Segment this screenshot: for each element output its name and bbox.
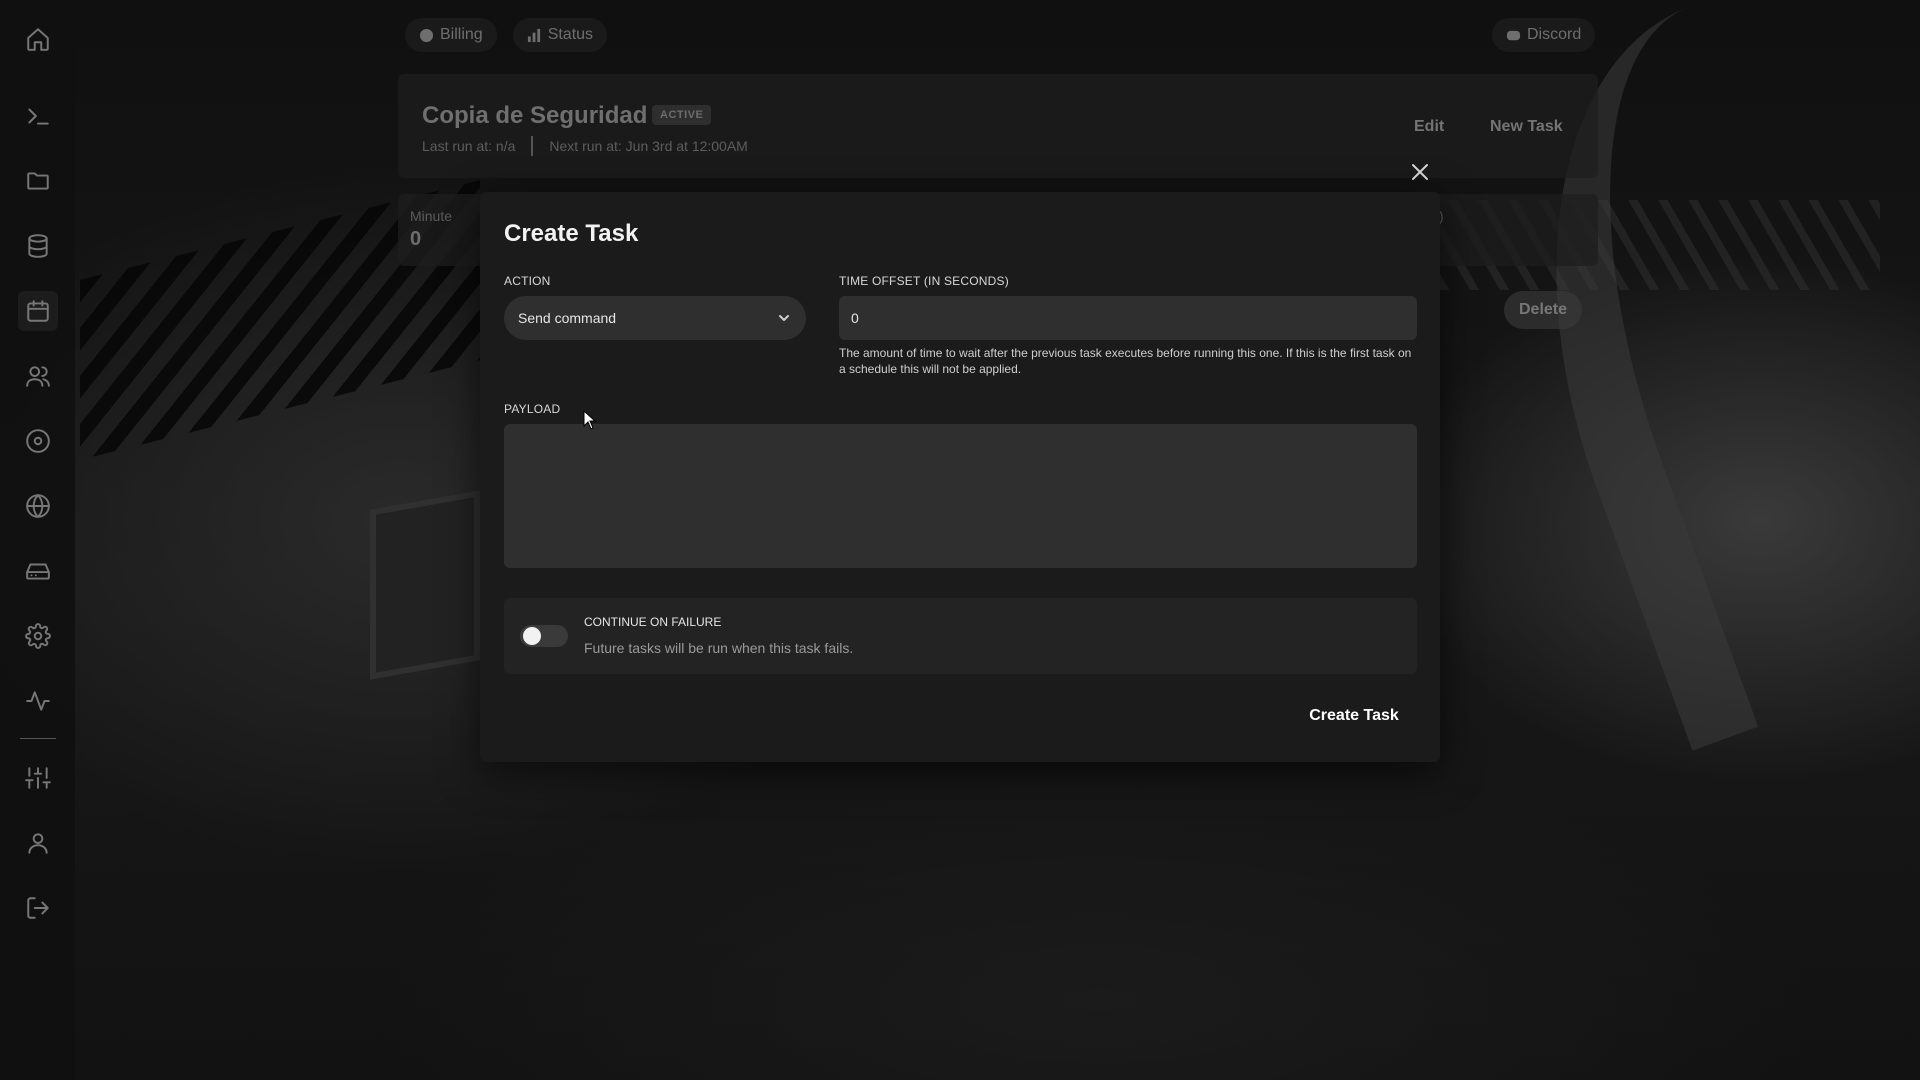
sidebar-item-console[interactable] — [18, 96, 58, 136]
sidebar-item-admin[interactable] — [18, 758, 58, 798]
payload-label: Payload — [504, 402, 561, 416]
sidebar-divider — [20, 738, 56, 739]
sidebar-item-home[interactable] — [18, 19, 58, 59]
action-label: Action — [504, 274, 551, 288]
payload-textarea[interactable] — [504, 424, 1417, 568]
sidebar-item-files[interactable] — [18, 161, 58, 201]
minute-label: Minute — [410, 208, 453, 224]
sidebar-item-network[interactable] — [18, 486, 58, 526]
discord-label: Discord — [1527, 26, 1582, 43]
sliders-icon — [25, 767, 51, 789]
sidebar-item-settings[interactable] — [18, 616, 58, 656]
schedule-title: Copia de Seguridad — [422, 102, 648, 129]
folder-icon — [27, 172, 49, 190]
users-icon — [26, 366, 50, 387]
schedule-meta: Last run at: n/a Next run at: Jun 3rd at… — [422, 136, 748, 156]
status-badge: ACTIVE — [652, 105, 712, 125]
sidebar-item-activity[interactable] — [18, 681, 58, 721]
next-run: Next run at: Jun 3rd at 12:00AM — [549, 138, 748, 154]
disc-icon — [26, 429, 50, 453]
sidebar — [0, 0, 75, 1080]
user-icon — [28, 833, 48, 854]
discord-icon — [1506, 30, 1521, 40]
globe-icon — [26, 494, 50, 518]
billing-link[interactable]: Billing — [405, 18, 497, 52]
edit-button[interactable]: Edit — [1414, 118, 1444, 136]
sidebar-item-logout[interactable] — [18, 888, 58, 928]
chevron-down-icon — [776, 310, 792, 326]
time-offset-input[interactable] — [839, 296, 1417, 340]
gear-icon — [25, 623, 51, 649]
meta-separator — [531, 136, 534, 156]
status-label: Status — [547, 26, 594, 43]
last-run: Last run at: n/a — [422, 138, 516, 154]
close-icon — [1412, 164, 1428, 180]
create-task-button[interactable]: Create Task — [1294, 698, 1414, 734]
sidebar-item-users[interactable] — [18, 356, 58, 396]
bar-chart-icon — [527, 28, 540, 42]
time-offset-label: Time offset (in seconds) — [839, 274, 1009, 288]
sidebar-item-backups[interactable] — [18, 421, 58, 461]
background-decoration — [370, 490, 480, 680]
continue-on-failure-description: Future tasks will be run when this task … — [584, 640, 854, 656]
continue-on-failure-toggle[interactable] — [520, 625, 568, 647]
database-icon — [28, 234, 48, 258]
discord-link[interactable]: Discord — [1492, 18, 1596, 52]
status-link[interactable]: Status — [512, 18, 608, 52]
terminal-icon — [28, 108, 49, 125]
delete-button[interactable]: Delete — [1504, 291, 1582, 329]
minute-value: 0 — [410, 228, 422, 250]
activity-icon — [26, 691, 50, 711]
dollar-icon — [419, 28, 434, 42]
mouse-cursor-icon — [583, 410, 597, 430]
calendar-icon — [27, 300, 49, 322]
create-task-modal: Create Task Action Send command Time off… — [480, 192, 1440, 762]
sidebar-item-storage[interactable] — [18, 551, 58, 591]
action-value: Send command — [518, 310, 617, 326]
toggle-knob — [523, 627, 541, 645]
home-icon — [27, 28, 49, 51]
billing-label: Billing — [440, 26, 483, 43]
continue-on-failure-title: Continue on failure — [584, 615, 722, 629]
modal-title: Create Task — [504, 220, 639, 247]
new-task-button[interactable]: New Task — [1490, 118, 1563, 136]
continue-on-failure-section: Continue on failure Future tasks will be… — [504, 598, 1417, 674]
top-navigation: Billing Status — [405, 18, 608, 52]
sidebar-item-databases[interactable] — [18, 226, 58, 266]
sidebar-item-schedules[interactable] — [18, 291, 58, 331]
logout-icon — [27, 897, 49, 919]
modal-close-button[interactable] — [1408, 160, 1432, 184]
hard-drive-icon — [26, 563, 50, 580]
sidebar-item-account[interactable] — [18, 823, 58, 863]
time-offset-help: The amount of time to wait after the pre… — [839, 346, 1412, 376]
action-select[interactable]: Send command — [504, 296, 806, 340]
